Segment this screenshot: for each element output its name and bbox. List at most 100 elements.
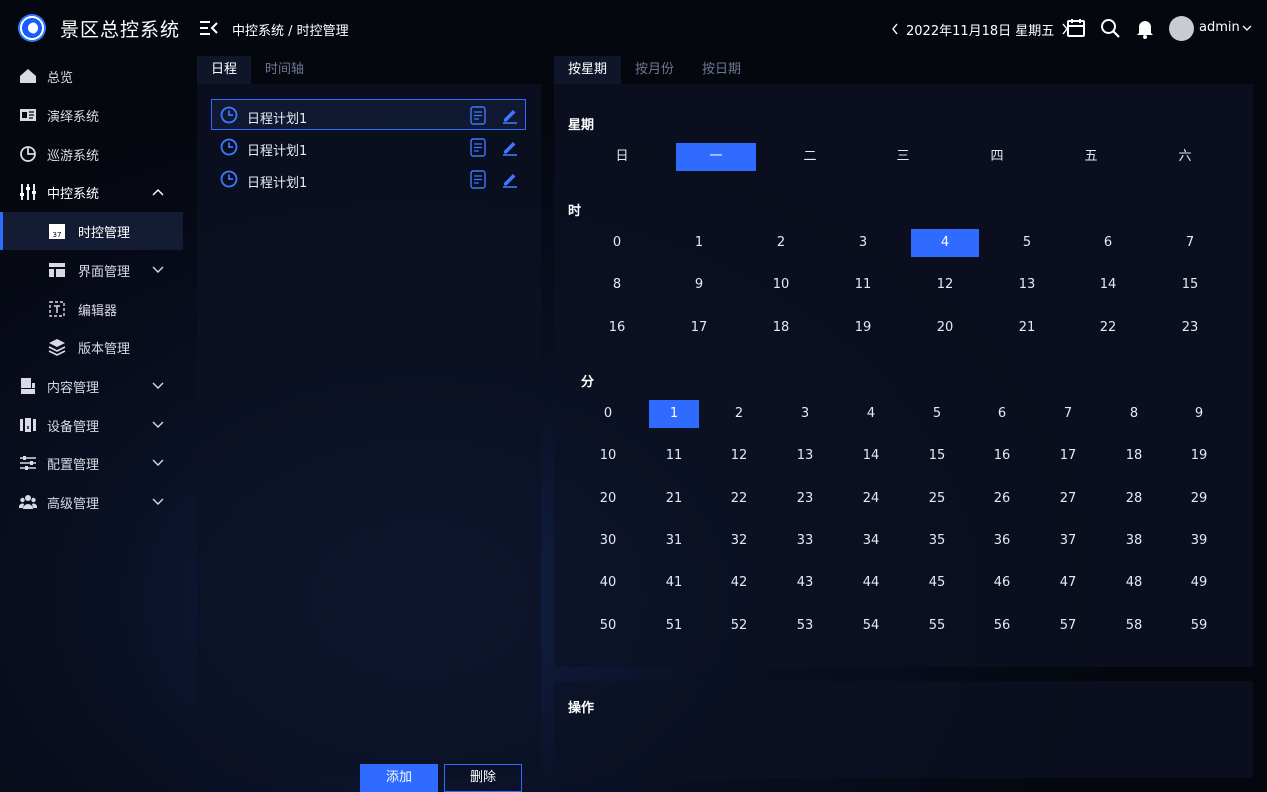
minute-option[interactable]: 54	[846, 612, 896, 640]
tab-timeline[interactable]: 时间轴	[251, 56, 318, 84]
sidebar-item-version[interactable]: 版本管理	[0, 328, 183, 366]
minute-option[interactable]: 22	[714, 485, 764, 513]
minute-option[interactable]: 48	[1109, 569, 1159, 597]
minute-option[interactable]: 4	[846, 400, 896, 428]
minute-option[interactable]: 12	[714, 442, 764, 470]
minute-option[interactable]: 50	[583, 612, 633, 640]
hour-option[interactable]: 5	[993, 229, 1061, 257]
hour-option[interactable]: 6	[1074, 229, 1142, 257]
hour-option[interactable]: 9	[665, 271, 733, 299]
minute-option[interactable]: 38	[1109, 527, 1159, 555]
hour-option[interactable]: 10	[747, 271, 815, 299]
minute-option[interactable]: 16	[977, 442, 1027, 470]
tab-by-month[interactable]: 按月份	[621, 56, 688, 84]
minute-option[interactable]: 45	[912, 569, 962, 597]
minute-option[interactable]: 37	[1043, 527, 1093, 555]
hour-option[interactable]: 20	[911, 314, 979, 342]
minute-option[interactable]: 21	[649, 485, 699, 513]
minute-option[interactable]: 7	[1043, 400, 1093, 428]
minute-option[interactable]: 27	[1043, 485, 1093, 513]
hour-option[interactable]: 1	[665, 229, 733, 257]
hour-option[interactable]: 17	[665, 314, 733, 342]
sidebar-item-time-control[interactable]: 37 时控管理	[0, 212, 183, 250]
sidebar-item-config[interactable]: 配置管理	[0, 444, 183, 482]
minute-option[interactable]: 57	[1043, 612, 1093, 640]
minute-option[interactable]: 40	[583, 569, 633, 597]
list-item[interactable]: 日程计划1	[211, 131, 526, 162]
document-icon[interactable]	[470, 170, 486, 189]
minute-option[interactable]: 39	[1174, 527, 1224, 555]
sidebar-item-overview[interactable]: 总览	[0, 57, 183, 95]
minute-option[interactable]: 35	[912, 527, 962, 555]
hour-option[interactable]: 0	[583, 229, 651, 257]
minute-option[interactable]: 31	[649, 527, 699, 555]
minute-option[interactable]: 51	[649, 612, 699, 640]
minute-option[interactable]: 0	[583, 400, 633, 428]
hour-option[interactable]: 8	[583, 271, 651, 299]
minute-option[interactable]: 52	[714, 612, 764, 640]
minute-option[interactable]: 44	[846, 569, 896, 597]
minute-option[interactable]: 43	[780, 569, 830, 597]
tab-by-week[interactable]: 按星期	[554, 56, 622, 84]
minute-option[interactable]: 10	[583, 442, 633, 470]
minute-option[interactable]: 1	[649, 400, 699, 428]
hour-option[interactable]: 16	[583, 314, 651, 342]
minute-option[interactable]: 34	[846, 527, 896, 555]
minute-option[interactable]: 42	[714, 569, 764, 597]
minute-option[interactable]: 23	[780, 485, 830, 513]
username[interactable]: admin	[1199, 20, 1240, 35]
weekday-option[interactable]: 三	[863, 143, 943, 171]
minute-option[interactable]: 56	[977, 612, 1027, 640]
hour-option[interactable]: 22	[1074, 314, 1142, 342]
minute-option[interactable]: 11	[649, 442, 699, 470]
sidebar-item-tour[interactable]: 巡游系统	[0, 135, 183, 173]
delete-button[interactable]: 删除	[444, 764, 522, 792]
hour-option[interactable]: 15	[1156, 271, 1224, 299]
minute-option[interactable]: 36	[977, 527, 1027, 555]
hour-option[interactable]: 7	[1156, 229, 1224, 257]
sidebar-item-central-control[interactable]: 中控系统	[0, 173, 183, 211]
document-icon[interactable]	[470, 138, 486, 157]
tab-schedule[interactable]: 日程	[197, 56, 252, 84]
hour-option[interactable]: 3	[829, 229, 897, 257]
minute-option[interactable]: 28	[1109, 485, 1159, 513]
hour-option[interactable]: 11	[829, 271, 897, 299]
minute-option[interactable]: 58	[1109, 612, 1159, 640]
minute-option[interactable]: 13	[780, 442, 830, 470]
edit-icon[interactable]	[501, 106, 519, 124]
minute-option[interactable]: 49	[1174, 569, 1224, 597]
hour-option[interactable]: 21	[993, 314, 1061, 342]
minute-option[interactable]: 29	[1174, 485, 1224, 513]
minute-option[interactable]: 3	[780, 400, 830, 428]
menu-collapse-icon[interactable]	[199, 19, 219, 37]
edit-icon[interactable]	[501, 138, 519, 156]
minute-option[interactable]: 9	[1174, 400, 1224, 428]
sidebar-item-interface[interactable]: 界面管理	[0, 251, 183, 289]
minute-option[interactable]: 15	[912, 442, 962, 470]
add-button[interactable]: 添加	[360, 764, 438, 792]
sidebar-item-advanced[interactable]: 高级管理	[0, 483, 183, 521]
weekday-option[interactable]: 一	[676, 143, 756, 171]
sidebar-item-content[interactable]: 内容管理	[0, 367, 183, 405]
minute-option[interactable]: 8	[1109, 400, 1159, 428]
search-icon[interactable]	[1099, 17, 1121, 39]
minute-option[interactable]: 19	[1174, 442, 1224, 470]
minute-option[interactable]: 55	[912, 612, 962, 640]
minute-option[interactable]: 41	[649, 569, 699, 597]
hour-option[interactable]: 23	[1156, 314, 1224, 342]
hour-option[interactable]: 18	[747, 314, 815, 342]
minute-option[interactable]: 20	[583, 485, 633, 513]
calendar-icon[interactable]	[1065, 17, 1087, 39]
sidebar-item-performance[interactable]: 演绎系统	[0, 96, 183, 134]
hour-option[interactable]: 2	[747, 229, 815, 257]
minute-option[interactable]: 6	[977, 400, 1027, 428]
tab-by-date[interactable]: 按日期	[688, 56, 755, 84]
minute-option[interactable]: 30	[583, 527, 633, 555]
minute-option[interactable]: 59	[1174, 612, 1224, 640]
minute-option[interactable]: 18	[1109, 442, 1159, 470]
hour-option[interactable]: 14	[1074, 271, 1142, 299]
hour-option[interactable]: 4	[911, 229, 979, 257]
sidebar-item-devices[interactable]: 设备管理	[0, 406, 183, 444]
minute-option[interactable]: 14	[846, 442, 896, 470]
prev-date-chevron-icon[interactable]	[890, 22, 900, 36]
